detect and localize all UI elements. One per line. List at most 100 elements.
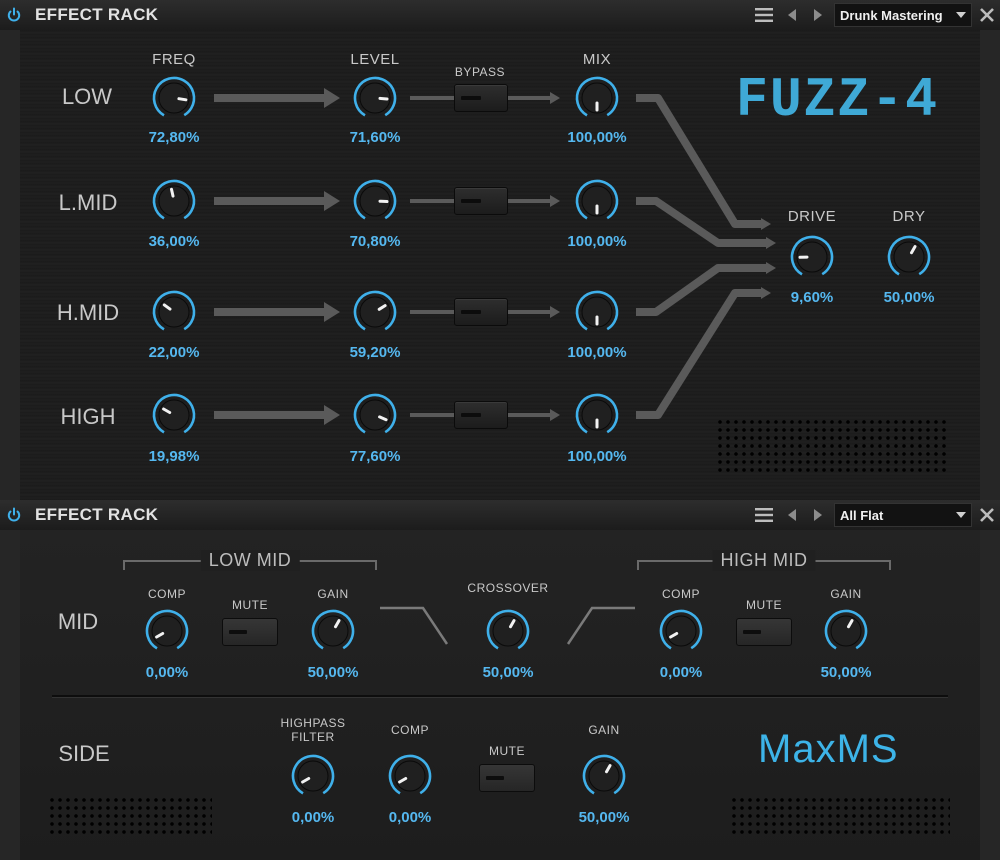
mix-knob-high[interactable] <box>574 392 620 438</box>
highpass-filter-knob[interactable] <box>290 753 336 799</box>
knob-graphic <box>575 76 619 120</box>
prev-arrow-icon <box>788 509 796 521</box>
freq-knob-high[interactable] <box>151 392 197 438</box>
level-knob-high[interactable] <box>352 392 398 438</box>
knob-body <box>588 760 620 792</box>
dry-knob[interactable] <box>886 234 932 280</box>
side-mute-button[interactable] <box>479 764 535 792</box>
level-knob-lmid[interactable] <box>352 178 398 224</box>
freq-knob-low[interactable] <box>151 75 197 121</box>
freq-knob-hmid[interactable] <box>151 289 197 335</box>
next-preset-button[interactable] <box>808 503 828 527</box>
high-mid-comp-value: 0,00% <box>659 664 703 681</box>
knob-body <box>151 615 183 647</box>
preset-dropdown[interactable]: All Flat <box>834 503 972 527</box>
mid-side-divider <box>52 695 948 698</box>
high-mid-gain-knob[interactable] <box>823 608 869 654</box>
drive-knob[interactable] <box>789 234 835 280</box>
low-mid-gain-label: GAIN <box>317 587 349 601</box>
crossover-value: 50,00% <box>482 664 534 681</box>
knob-graphic <box>353 290 397 334</box>
next-arrow-icon <box>814 509 822 521</box>
band-label-low: LOW <box>61 84 113 109</box>
maxms-logo: MaxMS <box>758 727 899 771</box>
speaker-grille-left <box>48 796 212 836</box>
bypass-button-low[interactable] <box>454 84 508 112</box>
bypass-header: BYPASS <box>454 65 506 79</box>
high-mid-gain-value: 50,00% <box>820 664 872 681</box>
low-mid-gain-knob[interactable] <box>310 608 356 654</box>
band-label-high: HIGH <box>60 404 116 429</box>
knob-graphic <box>388 754 432 798</box>
knob-body <box>830 615 862 647</box>
mix-value-lmid: 100,00% <box>567 233 627 250</box>
low-mid-mute-button[interactable] <box>222 618 278 646</box>
knob-pointer <box>378 96 389 101</box>
knob-body <box>665 615 697 647</box>
low-mid-comp-value: 0,00% <box>145 664 189 681</box>
freq-to-level-arrows <box>214 88 340 425</box>
crossover-label: CROSSOVER <box>467 581 549 595</box>
side-comp-label: COMP <box>391 723 429 737</box>
bypass-button-lmid[interactable] <box>454 187 508 215</box>
close-button[interactable] <box>976 503 998 527</box>
level-value-high: 77,60% <box>349 448 401 465</box>
bypass-button-hmid[interactable] <box>454 298 508 326</box>
menu-icon <box>755 508 773 522</box>
level-knob-low[interactable] <box>352 75 398 121</box>
effect-rack-fuzz: EFFECT RACK Drunk Mastering FREQ LEVEL B… <box>0 0 1000 500</box>
knob-graphic <box>152 76 196 120</box>
knob-graphic <box>152 393 196 437</box>
prev-preset-button[interactable] <box>782 503 802 527</box>
side-comp-knob[interactable] <box>387 753 433 799</box>
knob-pointer <box>170 187 175 198</box>
low-mid-comp-knob[interactable] <box>144 608 190 654</box>
knob-body <box>158 399 190 431</box>
knob-graphic <box>353 76 397 120</box>
mix-knob-lmid[interactable] <box>574 178 620 224</box>
knob-body <box>317 615 349 647</box>
rack-title: EFFECT RACK <box>35 505 159 524</box>
highpass-filter-value: 0,00% <box>291 809 335 826</box>
knob-graphic <box>152 290 196 334</box>
knob-graphic <box>152 179 196 223</box>
high-mid-mute-button[interactable] <box>736 618 792 646</box>
mix-value-low: 100,00% <box>567 129 627 146</box>
knob-body <box>158 82 190 114</box>
knob-graphic <box>659 609 703 653</box>
side-gain-knob[interactable] <box>581 753 627 799</box>
freq-value-lmid: 36,00% <box>148 233 200 250</box>
knob-graphic <box>790 235 834 279</box>
fuzz-logo: FUZZ-4 <box>736 68 939 132</box>
crossover-knob[interactable] <box>485 608 531 654</box>
knob-graphic <box>582 754 626 798</box>
level-value-lmid: 70,80% <box>349 233 401 250</box>
mix-knob-low[interactable] <box>574 75 620 121</box>
knob-graphic <box>291 754 335 798</box>
side-row-label: SIDE <box>58 741 110 766</box>
mid-row-label: MID <box>57 609 99 634</box>
freq-value-low: 72,80% <box>148 129 200 146</box>
rack-frame-right <box>980 530 1000 860</box>
high-mid-comp-knob[interactable] <box>658 608 704 654</box>
side-gain-label: GAIN <box>588 723 620 737</box>
knob-graphic <box>575 290 619 334</box>
bypass-button-high[interactable] <box>454 401 508 429</box>
knob-graphic <box>486 609 530 653</box>
mix-value-high: 100,00% <box>567 448 627 465</box>
level-knob-hmid[interactable] <box>352 289 398 335</box>
power-icon <box>7 507 21 522</box>
band-label-hmid: H.MID <box>56 300 120 325</box>
freq-value-high: 19,98% <box>148 448 200 465</box>
freq-knob-lmid[interactable] <box>151 178 197 224</box>
menu-button[interactable] <box>752 503 776 527</box>
knob-graphic <box>575 179 619 223</box>
drive-value: 9,60% <box>790 289 834 306</box>
level-to-bypass-lines <box>410 96 454 417</box>
power-button[interactable] <box>4 505 24 525</box>
bypass-to-mix-arrows <box>508 92 560 421</box>
knob-body <box>297 760 329 792</box>
high-mid-comp-label: COMP <box>662 587 700 601</box>
mix-knob-hmid[interactable] <box>574 289 620 335</box>
level-value-hmid: 59,20% <box>349 344 401 361</box>
